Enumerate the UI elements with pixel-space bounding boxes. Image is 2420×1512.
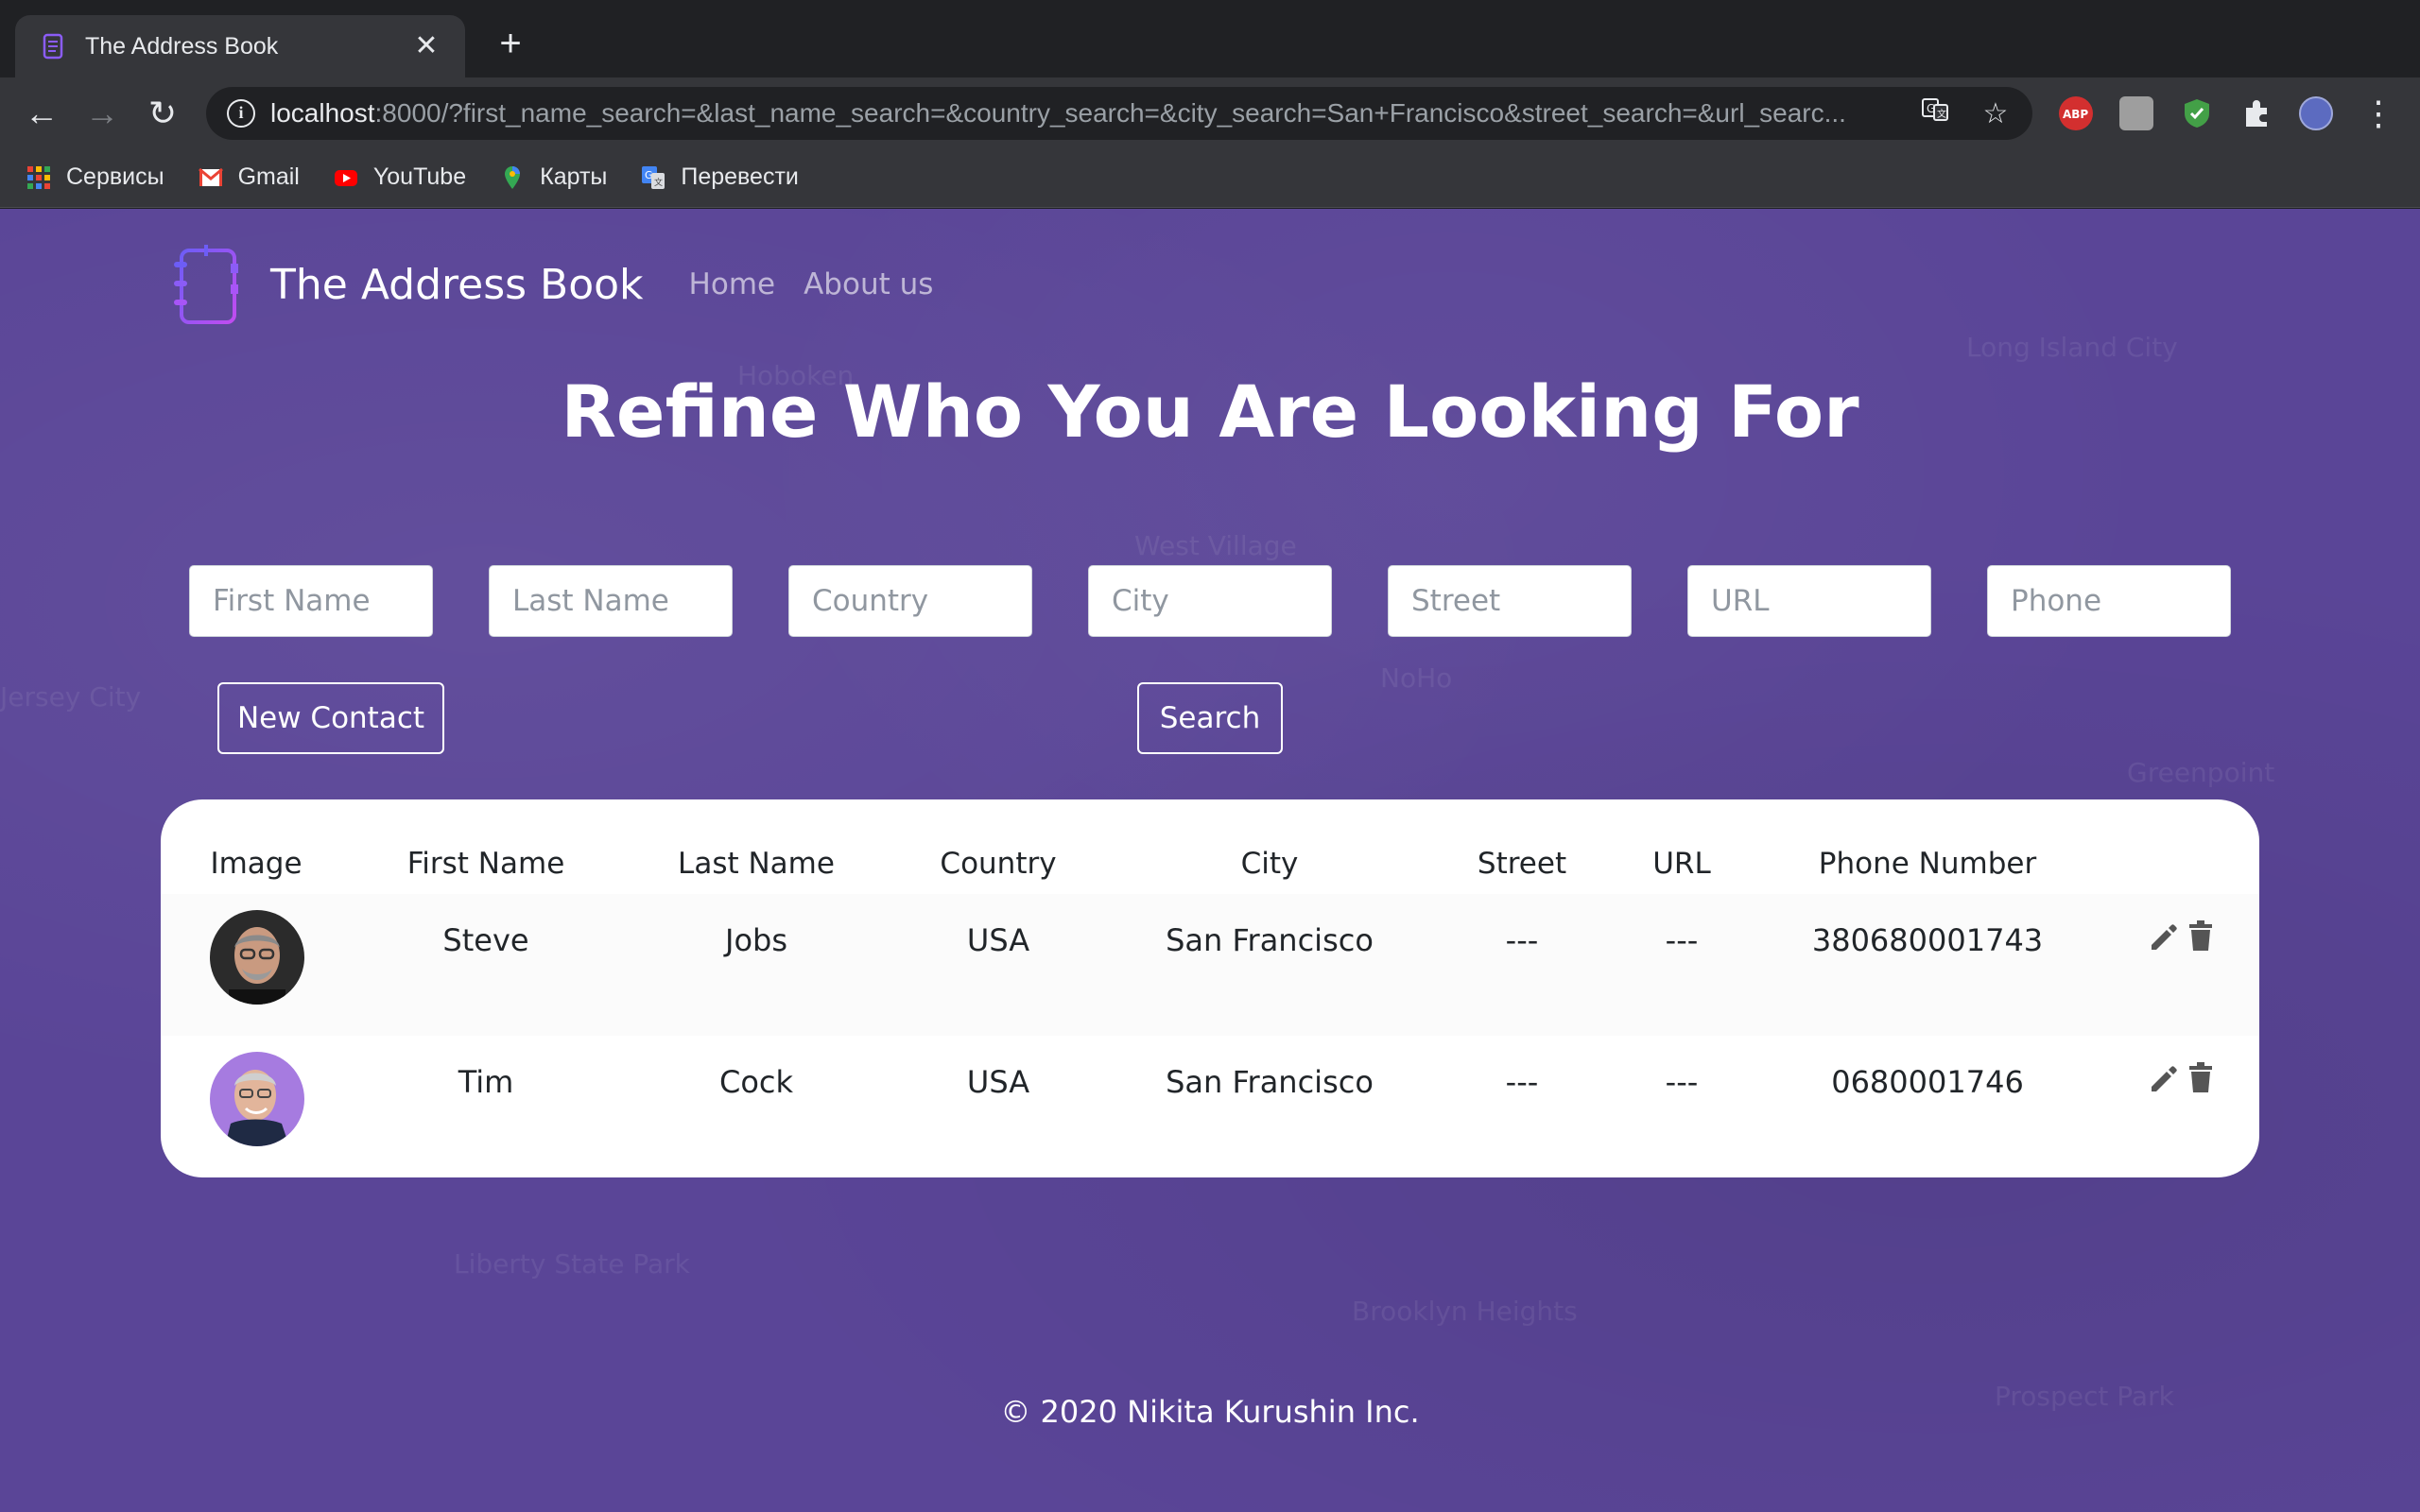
shield-extension-icon[interactable] [2180, 96, 2214, 130]
cell-phone-number: 0680001746 [1831, 1064, 2024, 1100]
apps-grid-icon [27, 165, 50, 189]
map-texture: West Village [1134, 530, 1297, 561]
column-header-city: City [1240, 847, 1299, 881]
cell-city: San Francisco [1166, 1064, 1374, 1100]
translate-page-icon[interactable]: G文 [1919, 95, 1951, 131]
cell-street: --- [1505, 1064, 1539, 1100]
new-tab-icon[interactable]: + [492, 25, 529, 62]
browser-menu-icon[interactable]: ⋮ [2360, 94, 2397, 132]
bookmark-star-icon[interactable]: ☆ [1979, 97, 2012, 130]
delete-trash-icon[interactable] [2186, 919, 2216, 953]
address-book-favicon-icon [43, 33, 63, 60]
site-navbar: The Address Book Home About us [172, 243, 961, 326]
maps-icon [505, 165, 521, 189]
column-header-phone-number: Phone Number [1818, 847, 2037, 881]
touch-extension-icon[interactable] [2119, 96, 2153, 130]
address-bar[interactable]: i localhost:8000/?first_name_search=&las… [206, 87, 2032, 140]
cell-street: --- [1505, 922, 1539, 958]
svg-text:ABP: ABP [2063, 108, 2088, 121]
table-row: Steve Jobs USA San Francisco --- --- 380… [161, 894, 2259, 1036]
close-tab-icon[interactable]: ✕ [412, 32, 441, 60]
column-header-street: Street [1477, 847, 1567, 881]
bookmark-maps[interactable]: Карты [500, 163, 607, 191]
map-texture: Long Island City [1966, 332, 2178, 363]
browser-toolbar: ← → ↻ i localhost:8000/?first_name_searc… [0, 77, 2420, 147]
cell-phone-number: 380680001743 [1811, 922, 2044, 958]
bookmark-youtube[interactable]: YouTube [334, 163, 466, 191]
table-row: Tim Cock USA San Francisco --- --- 06800… [161, 1036, 2259, 1177]
first-name-search-input[interactable] [189, 565, 433, 637]
url-text[interactable]: localhost:8000/?first_name_search=&last_… [270, 98, 1891, 129]
site-info-icon[interactable]: i [227, 99, 255, 128]
map-texture: Jersey City [0, 681, 142, 713]
puzzle-icon[interactable] [2240, 96, 2274, 130]
profile-avatar-icon[interactable] [2299, 96, 2333, 130]
page-title: Refine Who You Are Looking For [561, 369, 1859, 454]
adblock-icon[interactable]: ABP [2059, 96, 2093, 130]
last-name-search-input[interactable] [489, 565, 733, 637]
gmail-icon [198, 167, 223, 186]
reload-icon[interactable]: ↻ [144, 94, 182, 132]
bookmark-label: Карты [540, 163, 608, 190]
cell-first-name: Tim [458, 1064, 514, 1100]
cell-country: USA [966, 1064, 1030, 1100]
map-texture: NoHo [1380, 662, 1453, 694]
url-search-input[interactable] [1687, 565, 1931, 637]
footer-copyright: © 2020 Nikita Kurushin Inc. [1000, 1394, 1420, 1430]
svg-text:文: 文 [1937, 108, 1946, 120]
delete-trash-icon[interactable] [2186, 1060, 2216, 1094]
svg-text:文: 文 [654, 177, 663, 188]
cell-country: USA [966, 922, 1030, 958]
column-header-country: Country [940, 847, 1057, 881]
address-book-logo-icon[interactable] [172, 243, 244, 326]
map-texture: Brooklyn Heights [1352, 1296, 1578, 1327]
tab-title: The Address Book [85, 32, 279, 60]
bookmark-translate[interactable]: G文 Перевести [641, 163, 799, 191]
column-header-last-name: Last Name [678, 847, 835, 881]
search-button[interactable]: Search [1137, 682, 1283, 754]
page-body: Jersey City Hoboken West Village NoHo Lo… [0, 209, 2420, 1512]
bookmarks-bar: Сервисы Gmail YouTube Карты G文 Перевести [0, 147, 2420, 208]
bookmark-label: Сервисы [66, 163, 164, 190]
edit-pencil-icon[interactable] [2148, 1060, 2178, 1094]
bookmark-label: Gmail [237, 163, 300, 190]
column-header-image: Image [210, 847, 302, 881]
browser-tab[interactable]: The Address Book ✕ [15, 15, 465, 77]
cell-last-name: Cock [718, 1064, 794, 1100]
street-search-input[interactable] [1388, 565, 1632, 637]
bookmark-gmail[interactable]: Gmail [198, 163, 300, 191]
nav-link-about[interactable]: About us [804, 267, 933, 301]
brand-title[interactable]: The Address Book [270, 261, 644, 309]
youtube-icon [334, 169, 357, 186]
map-texture: Liberty State Park [454, 1248, 690, 1280]
bookmark-label: Перевести [681, 163, 799, 190]
edit-pencil-icon[interactable] [2148, 919, 2178, 953]
cell-url: --- [1665, 1064, 1699, 1100]
column-header-first-name: First Name [406, 847, 565, 881]
contact-avatar [210, 1052, 304, 1146]
contacts-table: Image First Name Last Name Country City … [161, 799, 2259, 1177]
cell-last-name: Jobs [725, 922, 787, 958]
browser-tabstrip: The Address Book ✕ + [0, 0, 2420, 77]
country-search-input[interactable] [788, 565, 1032, 637]
cell-first-name: Steve [442, 922, 529, 958]
map-texture: Greenpoint [2127, 757, 2275, 788]
column-header-url: URL [1652, 847, 1711, 881]
back-arrow-icon[interactable]: ← [23, 94, 60, 132]
bookmark-label: YouTube [372, 163, 467, 190]
phone-search-input[interactable] [1987, 565, 2231, 637]
city-search-input[interactable] [1088, 565, 1332, 637]
translate-icon: G文 [642, 165, 666, 189]
cell-url: --- [1665, 922, 1699, 958]
bookmark-services[interactable]: Сервисы [26, 163, 164, 191]
new-contact-button[interactable]: New Contact [217, 682, 444, 754]
forward-arrow-icon[interactable]: → [83, 94, 121, 132]
cell-city: San Francisco [1166, 922, 1374, 958]
contact-avatar [210, 910, 304, 1005]
nav-link-home[interactable]: Home [689, 267, 776, 301]
